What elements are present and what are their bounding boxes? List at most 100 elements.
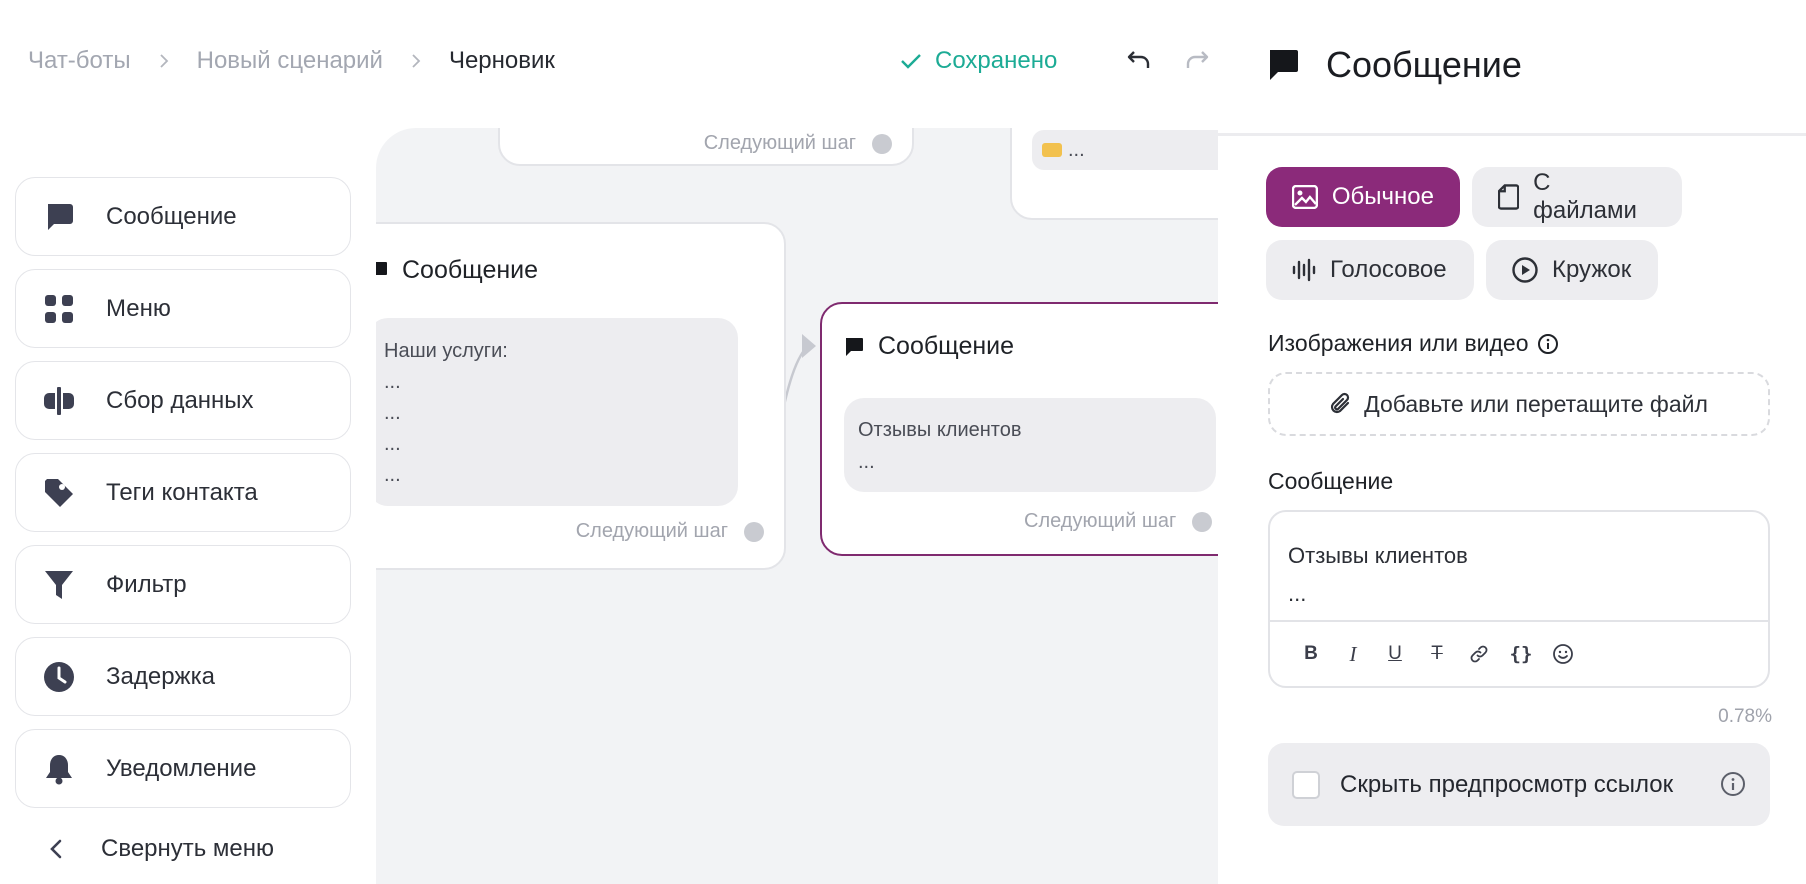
message-textarea[interactable]: Отзывы клиентов ... bbox=[1288, 537, 1468, 613]
undo-icon[interactable] bbox=[1126, 48, 1152, 72]
message-line: ... bbox=[1288, 581, 1307, 606]
emoji-icon bbox=[1042, 143, 1062, 157]
node-body: ... bbox=[1032, 130, 1218, 170]
message-type-label: Обычное bbox=[1331, 183, 1434, 210]
breadcrumb-draft: Черновик bbox=[448, 47, 555, 74]
block-menu-item-label: Сообщение bbox=[106, 202, 237, 230]
message-editor[interactable]: Отзывы клиентов ... B I U T {} bbox=[1268, 510, 1770, 688]
grid-icon bbox=[42, 292, 76, 326]
node-next-step-label: Следующий шаг bbox=[703, 132, 856, 154]
hide-link-preview-label: Скрыть предпросмотр ссылок bbox=[1340, 770, 1674, 798]
link-button[interactable] bbox=[1458, 633, 1500, 675]
chevron-right-icon bbox=[159, 54, 168, 68]
top-bar: Чат-боты Новый сценарий Черновик Сохране… bbox=[0, 0, 1218, 128]
message-type-label: С файлами bbox=[1533, 169, 1637, 224]
link-icon bbox=[1470, 645, 1488, 663]
block-menu-item-label: Задержка bbox=[106, 662, 215, 690]
file-upload-dropzone[interactable]: Добавьте или перетащите файл bbox=[1268, 372, 1770, 436]
node-body-line: Наши услуги: bbox=[384, 340, 508, 362]
info-icon[interactable] bbox=[1720, 771, 1746, 797]
file-icon bbox=[1498, 184, 1520, 210]
chevron-left-icon bbox=[50, 839, 62, 859]
node-title: Сообщение bbox=[376, 256, 538, 285]
breadcrumb-chatbots[interactable]: Чат-боты bbox=[28, 47, 131, 75]
panel-title: Сообщение bbox=[1326, 44, 1522, 85]
node-output-handle[interactable] bbox=[744, 521, 764, 542]
message-length-counter: 0.78% bbox=[1718, 706, 1772, 727]
canvas-node-reviews[interactable]: Сообщение Отзывы клиентов ... Следующий … bbox=[820, 302, 1218, 556]
paperclip-icon bbox=[1331, 392, 1350, 414]
node-next-step[interactable]: Следующий шаг bbox=[576, 520, 764, 543]
node-next-step-label: Следующий шаг bbox=[575, 520, 728, 542]
collapse-menu-button[interactable]: Свернуть меню bbox=[15, 831, 274, 867]
check-icon bbox=[901, 54, 921, 69]
node-body-line: Отзывы клиентов bbox=[858, 419, 1022, 441]
media-field-label-text: Изображения или видео bbox=[1268, 330, 1529, 356]
node-body-text: ... bbox=[1068, 138, 1085, 161]
breadcrumb: Чат-боты Новый сценарий Черновик bbox=[28, 47, 555, 75]
block-menu-item-label: Меню bbox=[106, 294, 171, 322]
variables-button[interactable]: {} bbox=[1500, 633, 1542, 675]
chevron-right-icon bbox=[412, 54, 421, 68]
saved-status: Сохранено bbox=[901, 47, 1057, 75]
message-line: Отзывы клиентов bbox=[1288, 543, 1468, 568]
panel-header: Сообщение bbox=[1218, 0, 1806, 136]
strikethrough-button[interactable]: T bbox=[1416, 633, 1458, 675]
node-body-line: ... bbox=[384, 402, 401, 424]
chat-bubble-icon bbox=[376, 261, 387, 275]
collapse-menu-label: Свернуть меню bbox=[101, 835, 275, 862]
italic-button[interactable]: I bbox=[1332, 633, 1374, 675]
node-next-step[interactable]: Следующий шаг bbox=[704, 132, 892, 155]
message-type-voice-button[interactable]: Голосовое bbox=[1266, 240, 1474, 300]
node-body-line: ... bbox=[384, 371, 401, 393]
node-output-handle[interactable] bbox=[872, 133, 892, 154]
message-type-files-button[interactable]: С файлами bbox=[1472, 167, 1682, 227]
media-field-label: Изображения или видео bbox=[1268, 330, 1559, 357]
block-menu-item-contact-tags[interactable]: Теги контакта bbox=[15, 453, 351, 532]
chat-bubble-icon bbox=[42, 200, 76, 234]
underline-button[interactable]: U bbox=[1374, 633, 1416, 675]
block-menu-item-label: Теги контакта bbox=[106, 478, 258, 506]
node-body: Наши услуги: ... ... ... ... bbox=[376, 318, 738, 506]
message-type-circle-button[interactable]: Кружок bbox=[1486, 240, 1658, 300]
node-body-line: ... bbox=[384, 433, 401, 455]
node-title-label: Сообщение bbox=[878, 332, 1015, 360]
emoji-button[interactable] bbox=[1542, 633, 1584, 675]
bold-button[interactable]: B bbox=[1290, 633, 1332, 675]
hide-link-preview-checkbox[interactable] bbox=[1292, 770, 1320, 799]
block-menu-item-filter[interactable]: Фильтр bbox=[15, 545, 351, 624]
hide-link-preview-row[interactable]: Скрыть предпросмотр ссылок bbox=[1268, 743, 1770, 826]
clock-icon bbox=[42, 660, 76, 694]
block-menu-item-delay[interactable]: Задержка bbox=[15, 637, 351, 716]
saved-status-label: Сохранено bbox=[935, 47, 1058, 74]
block-menu-item-notification[interactable]: Уведомление bbox=[15, 729, 351, 808]
chat-bubble-icon bbox=[846, 337, 863, 356]
message-type-regular-button[interactable]: Обычное bbox=[1266, 167, 1460, 227]
message-field-label: Сообщение bbox=[1268, 468, 1394, 494]
node-next-step[interactable]: Следующий шаг bbox=[1024, 510, 1213, 533]
node-output-handle[interactable] bbox=[1192, 511, 1213, 532]
canvas-node-top[interactable]: Следующий шаг bbox=[498, 128, 914, 166]
block-menu-item-menu[interactable]: Меню bbox=[15, 269, 351, 348]
file-upload-label: Добавьте или перетащите файл bbox=[1364, 390, 1708, 417]
breadcrumb-new-scenario[interactable]: Новый сценарий bbox=[197, 47, 383, 75]
node-body-line: ... bbox=[384, 464, 401, 486]
block-menu-item-label: Уведомление bbox=[106, 754, 257, 782]
node-title-label: Сообщение bbox=[402, 256, 539, 284]
block-menu-item-message[interactable]: Сообщение bbox=[15, 177, 351, 256]
block-menu-item-data-collection[interactable]: Сбор данных bbox=[15, 361, 351, 440]
redo-icon[interactable] bbox=[1184, 48, 1210, 72]
voice-wave-icon bbox=[1292, 258, 1316, 282]
info-icon[interactable] bbox=[1537, 333, 1559, 355]
smile-icon bbox=[1553, 644, 1573, 664]
flow-canvas[interactable]: Следующий шаг ... Сообщение Наши услуги:… bbox=[376, 128, 1218, 884]
chat-bubble-icon bbox=[1270, 50, 1298, 80]
canvas-node-top-right[interactable]: ... bbox=[1010, 128, 1218, 220]
message-type-label: Кружок bbox=[1552, 256, 1632, 283]
filter-icon bbox=[42, 568, 76, 602]
editor-toolbar: B I U T {} bbox=[1270, 620, 1768, 686]
canvas-node-services[interactable]: Сообщение Наши услуги: ... ... ... ... С… bbox=[376, 222, 786, 570]
node-body-line: ... bbox=[858, 451, 875, 473]
block-menu-item-label: Фильтр bbox=[106, 570, 187, 598]
node-title: Сообщение bbox=[844, 332, 1014, 361]
